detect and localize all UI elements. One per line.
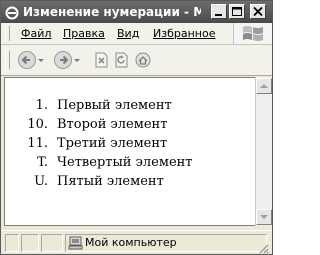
windows-logo (233, 23, 272, 44)
list-item-text: Четвертый элемент (57, 155, 193, 170)
scroll-down-button[interactable] (256, 209, 272, 225)
list-item: 10. Второй элемент (5, 115, 250, 134)
stop-button[interactable] (91, 50, 111, 70)
list-item: 11. Третий элемент (5, 134, 250, 153)
status-pane (5, 234, 19, 252)
menu-view[interactable]: Вид (117, 26, 139, 41)
status-pane (21, 234, 39, 252)
windows-logo-icon (243, 26, 263, 41)
forward-button[interactable] (53, 50, 73, 70)
status-bar: Мой компьютер (1, 230, 272, 254)
refresh-icon (115, 52, 128, 68)
my-computer-icon (68, 236, 83, 254)
list-item-text: Второй элемент (57, 117, 168, 132)
list-item-text: Третий элемент (57, 136, 168, 151)
menu-grip[interactable] (5, 26, 10, 41)
list-marker: 10. (27, 117, 48, 132)
home-icon (135, 52, 151, 68)
chevron-down-icon (74, 59, 80, 62)
menu-bar: Файл Правка Вид Избранное (1, 23, 272, 45)
status-pane (41, 234, 63, 252)
page-content: 1. Первый элемент 10. Второй элемент 11.… (4, 77, 256, 226)
back-button[interactable] (17, 50, 37, 70)
list-marker: T. (37, 155, 48, 170)
menu-edit[interactable]: Правка (63, 26, 105, 41)
back-dropdown[interactable] (37, 50, 45, 70)
menu-file[interactable]: Файл (21, 26, 51, 41)
ordered-list: 1. Первый элемент 10. Второй элемент 11.… (5, 96, 250, 191)
chevron-down-icon (260, 215, 268, 219)
maximize-button[interactable] (229, 4, 245, 19)
close-icon (253, 6, 263, 17)
maximize-icon (232, 7, 242, 16)
close-button[interactable] (250, 4, 266, 19)
status-zone-pane: Мой компьютер (65, 234, 267, 252)
minimize-button[interactable] (211, 4, 227, 19)
forward-dropdown[interactable] (73, 50, 81, 70)
stop-icon (95, 52, 108, 68)
list-item: U. Пятый элемент (5, 172, 250, 191)
resize-grip[interactable] (257, 239, 269, 254)
toolbar (1, 45, 272, 76)
window-title: Изменение нумерации - Microsoft Internet… (23, 5, 201, 19)
minimize-icon (215, 14, 222, 16)
browser-window: Изменение нумерации - Microsoft Internet… (0, 0, 273, 255)
forward-icon (54, 51, 72, 69)
list-item-text: Первый элемент (57, 98, 172, 113)
list-item-text: Пятый элемент (57, 174, 164, 189)
scroll-up-button[interactable] (256, 78, 272, 94)
ie-icon (5, 5, 19, 20)
back-icon (18, 51, 36, 69)
list-item: T. Четвертый элемент (5, 153, 250, 172)
security-zone-label: Мой компьютер (85, 236, 177, 249)
list-marker: 11. (27, 136, 48, 151)
list-marker: U. (34, 174, 48, 189)
toolbar-grip[interactable] (5, 51, 10, 69)
list-item: 1. Первый элемент (5, 96, 250, 115)
list-marker: 1. (35, 98, 48, 113)
home-button[interactable] (133, 50, 153, 70)
menu-favorites[interactable]: Избранное (153, 26, 215, 41)
refresh-button[interactable] (111, 50, 131, 70)
title-bar[interactable]: Изменение нумерации - Microsoft Internet… (1, 1, 272, 23)
chevron-up-icon (260, 84, 268, 88)
resize-grip-icon (259, 244, 269, 254)
chevron-down-icon (38, 59, 44, 62)
vertical-scrollbar[interactable] (255, 77, 272, 226)
